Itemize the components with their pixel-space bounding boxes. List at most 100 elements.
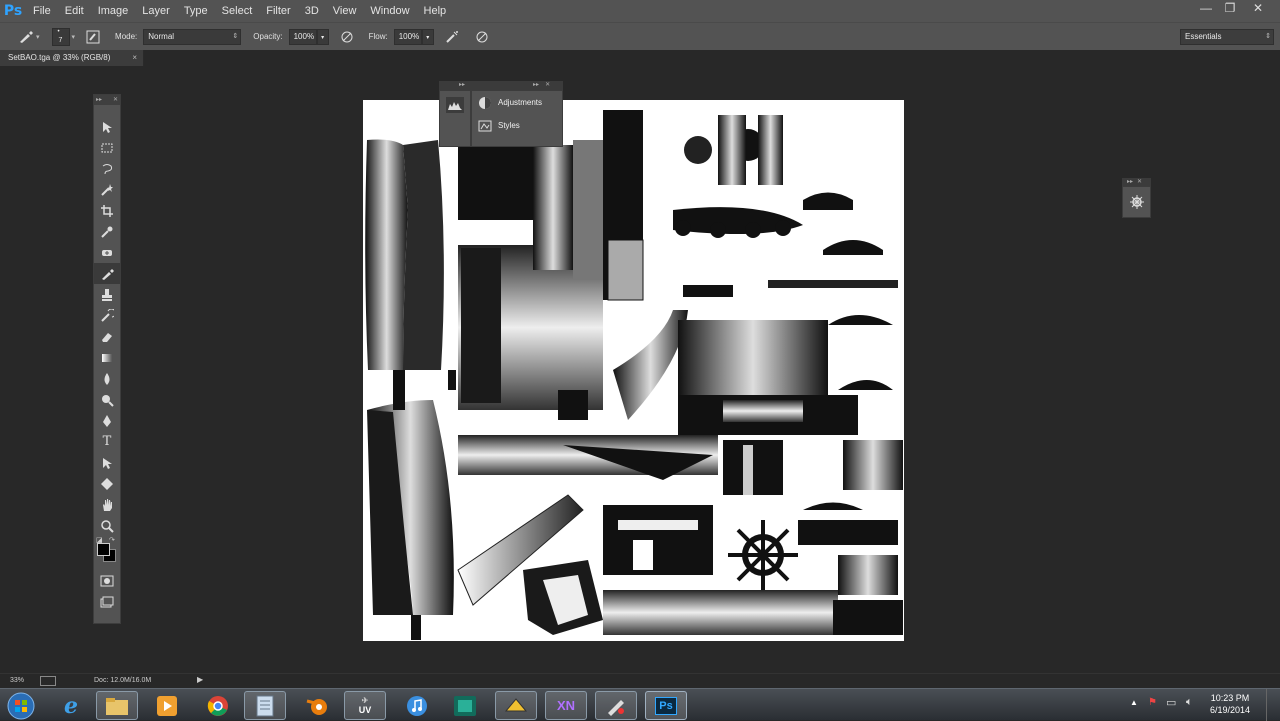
flow-slider-toggle[interactable]: ▾	[421, 28, 434, 45]
pressure-size-icon[interactable]	[472, 27, 492, 47]
menu-file[interactable]: File	[26, 0, 58, 22]
panel-header[interactable]: ▸▸ ✕	[1122, 178, 1151, 186]
brush-tool-icon[interactable]	[16, 27, 36, 47]
brush-preset-picker[interactable]: • 7	[51, 27, 70, 46]
panel-header[interactable]: ▸▸ ▸▸ ✕	[439, 81, 563, 90]
menu-layer[interactable]: Layer	[135, 0, 177, 22]
screen-mode-icon[interactable]	[94, 591, 120, 612]
gradient-tool-icon[interactable]	[94, 347, 120, 368]
adjustments-icon	[478, 96, 492, 110]
lasso-tool-icon[interactable]	[94, 158, 120, 179]
dodge-tool-icon[interactable]	[94, 389, 120, 410]
magic-wand-tool-icon[interactable]	[94, 179, 120, 200]
sketch-app-icon[interactable]	[495, 691, 537, 720]
eraser-tool-icon[interactable]	[94, 326, 120, 347]
hand-tool-icon[interactable]	[94, 494, 120, 515]
minimize-button[interactable]: —	[1194, 0, 1218, 18]
shape-tool-icon[interactable]	[94, 473, 120, 494]
menu-select[interactable]: Select	[215, 0, 260, 22]
menu-help[interactable]: Help	[417, 0, 454, 22]
menu-view[interactable]: View	[326, 0, 364, 22]
file-explorer-icon[interactable]	[96, 691, 138, 720]
move-tool-icon[interactable]	[94, 116, 120, 137]
collapse-icon[interactable]: ▸▸	[1127, 179, 1133, 185]
collapse-icon[interactable]: ▸▸	[96, 97, 102, 103]
opacity-slider-toggle[interactable]: ▾	[316, 28, 329, 45]
network-icon[interactable]: ▭	[1166, 696, 1176, 709]
marquee-tool-icon[interactable]	[94, 137, 120, 158]
clone-stamp-tool-icon[interactable]	[94, 284, 120, 305]
notepad-icon[interactable]	[244, 691, 286, 720]
uv-layout-icon[interactable]: ✈ UV	[344, 691, 386, 720]
volume-icon[interactable]: 🔈︎	[1186, 696, 1193, 709]
blender-icon[interactable]	[296, 691, 338, 720]
menu-type[interactable]: Type	[177, 0, 215, 22]
uv-label: UV	[358, 705, 372, 715]
close-icon[interactable]: ✕	[113, 95, 118, 105]
menu-edit[interactable]: Edit	[58, 0, 91, 22]
internet-explorer-icon[interactable]: e	[50, 691, 92, 720]
workspace-switcher[interactable]: Essentials ⇕	[1180, 28, 1274, 45]
close-tab-icon[interactable]: ×	[132, 50, 137, 66]
healing-brush-tool-icon[interactable]	[94, 242, 120, 263]
media-player-icon[interactable]	[146, 691, 188, 720]
tool-preset-caret-icon[interactable]: ▾	[36, 33, 40, 41]
menu-filter[interactable]: Filter	[259, 0, 297, 22]
flow-input[interactable]: 100%	[393, 28, 422, 45]
menu-window[interactable]: Window	[363, 0, 416, 22]
xnview-icon[interactable]: XN	[545, 691, 587, 720]
eyedropper-tool-icon[interactable]	[94, 221, 120, 242]
action-center-flag-icon[interactable]: ⚑	[1148, 697, 1157, 708]
start-button[interactable]	[0, 691, 42, 720]
panel-item-adjustments[interactable]: Adjustments	[472, 91, 562, 114]
path-selection-tool-icon[interactable]	[94, 452, 120, 473]
opacity-label: Opacity:	[253, 32, 283, 41]
photoshop-alt-icon[interactable]	[444, 691, 486, 720]
chrome-icon[interactable]	[197, 691, 239, 720]
restore-button[interactable]: ❐	[1218, 0, 1242, 18]
navigator-panel-button[interactable]	[1122, 186, 1151, 218]
collapsed-panel: ▸▸ ✕	[1122, 178, 1151, 218]
close-icon[interactable]: ✕	[545, 82, 550, 88]
itunes-icon[interactable]	[396, 691, 438, 720]
mode-select[interactable]: Normal ⇕	[143, 28, 242, 45]
toolbox-header[interactable]: ▸▸ ✕	[94, 95, 120, 105]
quick-mask-icon[interactable]	[94, 570, 120, 591]
collapse-icon[interactable]: ▸▸	[533, 82, 539, 88]
panel-item-styles[interactable]: Styles	[472, 114, 562, 137]
history-brush-tool-icon[interactable]	[94, 305, 120, 326]
close-button[interactable]: ✕	[1246, 0, 1270, 18]
menu-3d[interactable]: 3D	[298, 0, 326, 22]
photoshop-taskbar-icon[interactable]: Ps	[645, 691, 687, 720]
zoom-tool-icon[interactable]	[94, 515, 120, 536]
pressure-opacity-icon[interactable]	[337, 27, 357, 47]
clock[interactable]: 10:23 PM 6/19/2014	[1206, 692, 1254, 716]
close-icon[interactable]: ✕	[1137, 179, 1142, 185]
styles-icon	[478, 119, 492, 133]
show-hidden-icons-icon[interactable]: ▲	[1130, 698, 1138, 707]
document-tab[interactable]: SetBAO.tga @ 33% (RGB/8) ×	[0, 50, 144, 66]
brush-panel-toggle-icon[interactable]	[83, 27, 103, 47]
panel-item-label: Styles	[498, 121, 520, 130]
type-tool-icon[interactable]: T	[94, 431, 120, 452]
blur-tool-icon[interactable]	[94, 368, 120, 389]
paint-tool-icon[interactable]	[595, 691, 637, 720]
color-swatches[interactable]: ◪ ↷	[94, 536, 120, 570]
zoom-level[interactable]: 33%	[10, 677, 24, 684]
airbrush-icon[interactable]	[442, 27, 462, 47]
opacity-input[interactable]: 100%	[288, 28, 317, 45]
collapse-icon[interactable]: ▸▸	[459, 82, 465, 88]
workspace-value: Essentials	[1185, 31, 1222, 41]
histogram-icon[interactable]	[446, 97, 464, 113]
opacity-value: 100%	[293, 31, 315, 41]
menu-image[interactable]: Image	[91, 0, 136, 22]
document-canvas[interactable]	[363, 100, 904, 641]
foreground-color-swatch[interactable]	[97, 543, 110, 556]
crop-tool-icon[interactable]	[94, 200, 120, 221]
brush-caret-icon[interactable]: ▾	[72, 33, 76, 41]
fit-screen-icon[interactable]	[40, 676, 56, 686]
status-menu-arrow-icon[interactable]: ▶	[197, 675, 203, 684]
brush-tool-icon[interactable]	[94, 263, 120, 284]
pen-tool-icon[interactable]	[94, 410, 120, 431]
show-desktop-button[interactable]	[1266, 689, 1280, 721]
